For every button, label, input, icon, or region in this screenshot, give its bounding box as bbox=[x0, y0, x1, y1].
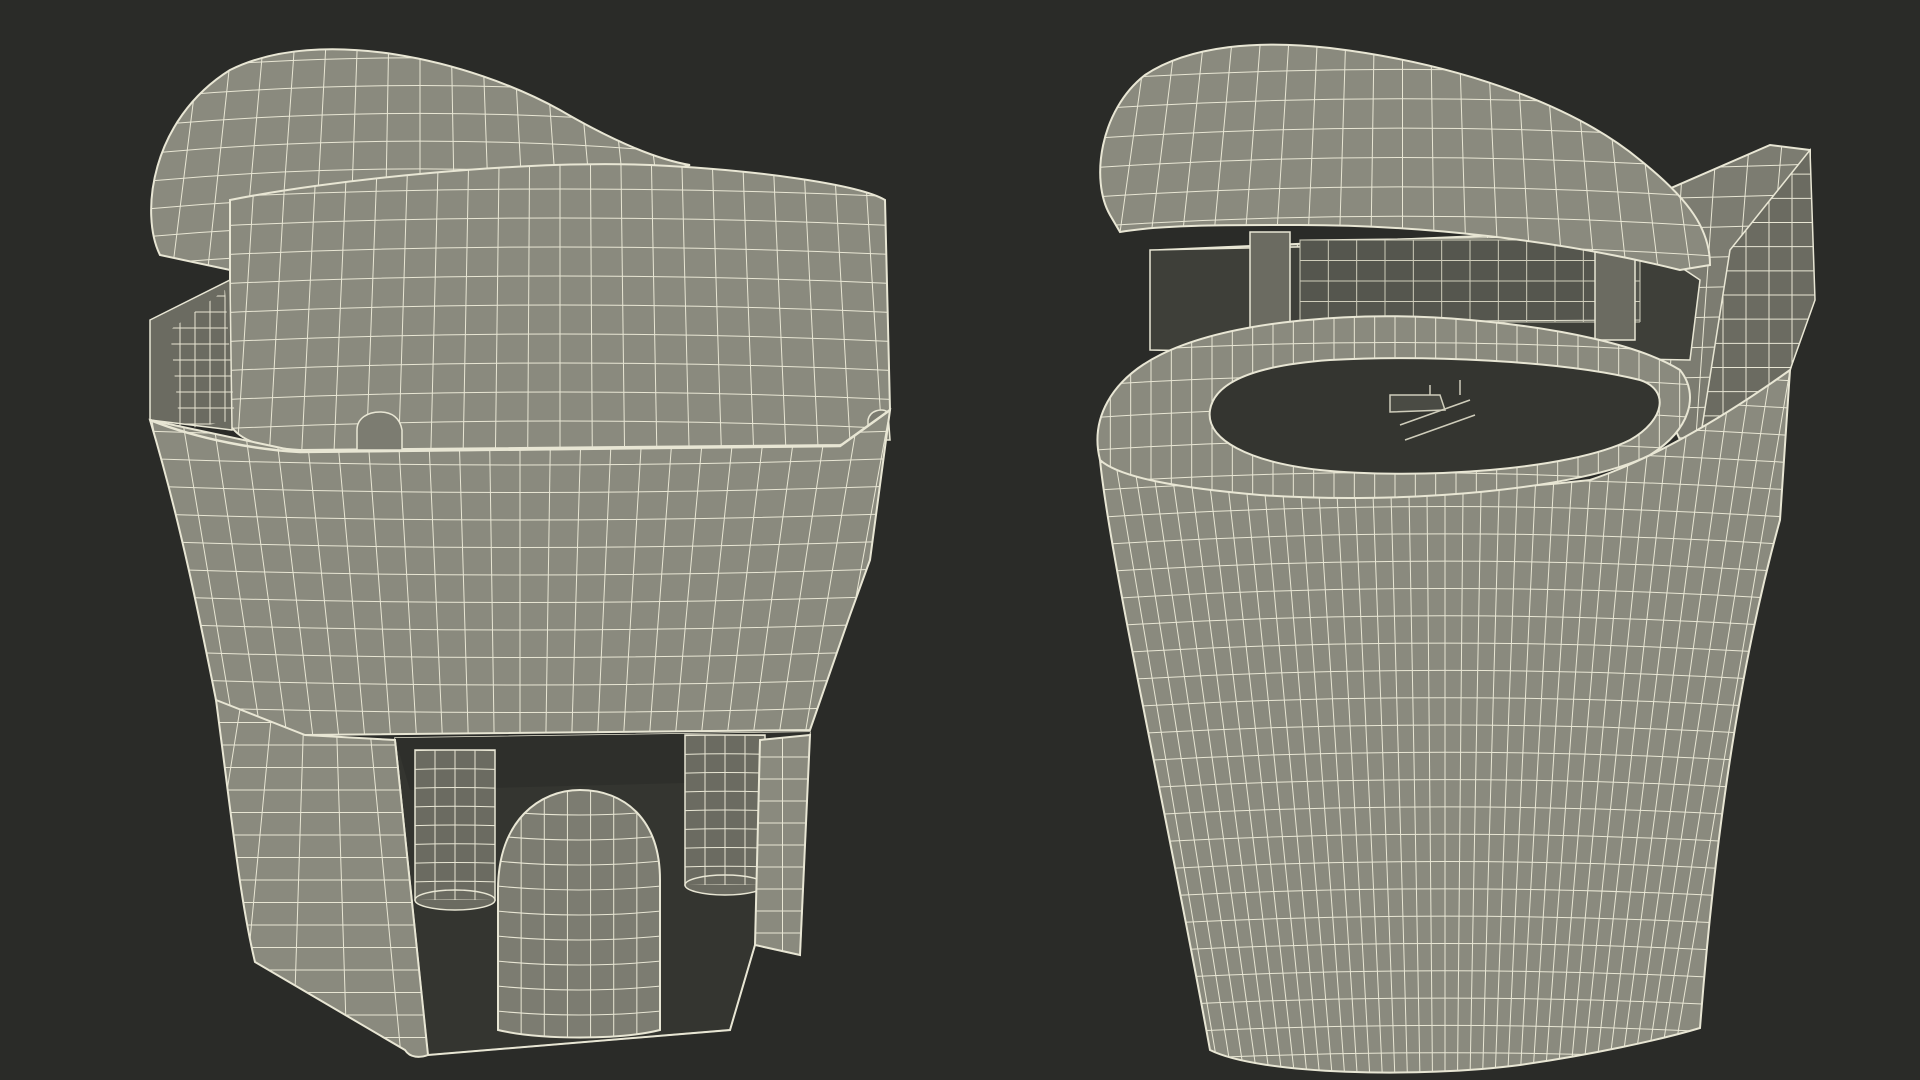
render-canvas bbox=[0, 0, 1920, 1080]
rear-body bbox=[148, 407, 892, 736]
rear-upper-housing bbox=[229, 163, 892, 452]
scene-svg bbox=[148, 43, 1816, 1074]
rear-view-model bbox=[148, 48, 892, 1058]
front-view-model bbox=[1096, 43, 1816, 1074]
